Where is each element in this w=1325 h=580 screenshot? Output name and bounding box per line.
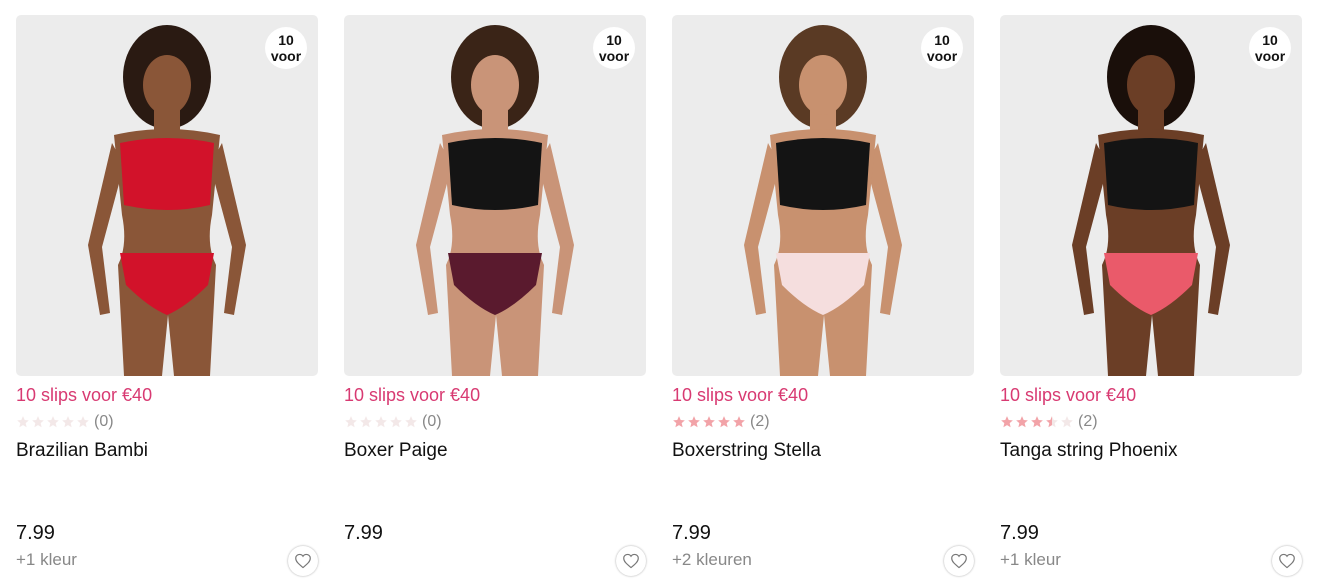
star-icon (718, 416, 730, 428)
promo-badge: 10 voor (265, 27, 307, 69)
product-name[interactable]: Brazilian Bambi (16, 440, 148, 462)
star-icon (733, 416, 745, 428)
promo-text[interactable]: 10 slips voor €40 (1000, 385, 1136, 406)
star-icon (345, 416, 357, 428)
product-price: 7.99 (16, 522, 55, 544)
promo-text[interactable]: 10 slips voor €40 (344, 385, 480, 406)
product-card[interactable]: 10 voor 10 slips voor €40 (0) Boxer Paig… (344, 15, 646, 580)
wishlist-button[interactable] (616, 546, 646, 576)
badge-number: 10 (1262, 32, 1278, 48)
product-price: 7.99 (344, 522, 383, 544)
star-icon (32, 416, 44, 428)
product-name[interactable]: Boxer Paige (344, 440, 448, 462)
color-variants-text[interactable]: +1 kleur (1000, 550, 1061, 570)
star-icon (1046, 416, 1058, 428)
product-price: 7.99 (1000, 522, 1039, 544)
product-name[interactable]: Tanga string Phoenix (1000, 440, 1177, 462)
rating: (2) (672, 413, 770, 431)
star-icon (360, 416, 372, 428)
heart-icon (295, 553, 311, 569)
model-photo (1072, 25, 1230, 376)
star-icon (17, 416, 29, 428)
rating-count: (2) (1078, 413, 1098, 430)
star-icon (47, 416, 59, 428)
star-icon (673, 416, 685, 428)
badge-label: voor (270, 48, 302, 64)
model-photo (744, 25, 902, 376)
star-icon (77, 416, 89, 428)
rating: (2) (1000, 413, 1098, 431)
product-price: 7.99 (672, 522, 711, 544)
model-photo (88, 25, 246, 376)
star-icon (405, 416, 417, 428)
star-icon (1001, 416, 1013, 428)
heart-icon (1279, 553, 1295, 569)
badge-number: 10 (606, 32, 622, 48)
promo-badge: 10 voor (593, 27, 635, 69)
rating-count: (0) (422, 413, 442, 430)
rating-count: (0) (94, 413, 114, 430)
star-icon (688, 416, 700, 428)
product-image[interactable]: 10 voor (16, 15, 318, 376)
badge-label: voor (926, 48, 958, 64)
badge-label: voor (1254, 48, 1286, 64)
badge-number: 10 (934, 32, 950, 48)
wishlist-button[interactable] (288, 546, 318, 576)
product-grid: 10 voor 10 slips voor €40 (0) Brazilian … (16, 15, 1302, 580)
product-image[interactable]: 10 voor (1000, 15, 1302, 376)
promo-text[interactable]: 10 slips voor €40 (16, 385, 152, 406)
product-card[interactable]: 10 voor 10 slips voor €40 (0) Brazilian … (16, 15, 318, 580)
star-icon (703, 416, 715, 428)
wishlist-button[interactable] (944, 546, 974, 576)
star-icon (1031, 416, 1043, 428)
wishlist-button[interactable] (1272, 546, 1302, 576)
heart-icon (623, 553, 639, 569)
product-card[interactable]: 10 voor 10 slips voor €40 (2) Boxerstrin… (672, 15, 974, 580)
rating-count: (2) (750, 413, 770, 430)
model-photo (416, 25, 574, 376)
rating-stars (16, 415, 90, 429)
star-icon (62, 416, 74, 428)
star-icon (390, 416, 402, 428)
promo-badge: 10 voor (921, 27, 963, 69)
rating: (0) (344, 413, 442, 431)
rating-stars (1000, 415, 1074, 429)
product-image[interactable]: 10 voor (672, 15, 974, 376)
rating-stars (672, 415, 746, 429)
badge-label: voor (598, 48, 630, 64)
rating-stars (344, 415, 418, 429)
color-variants-text[interactable]: +1 kleur (16, 550, 77, 570)
product-name[interactable]: Boxerstring Stella (672, 440, 821, 462)
product-image[interactable]: 10 voor (344, 15, 646, 376)
star-icon (1061, 416, 1073, 428)
color-variants-text[interactable]: +2 kleuren (672, 550, 752, 570)
promo-text[interactable]: 10 slips voor €40 (672, 385, 808, 406)
product-card[interactable]: 10 voor 10 slips voor €40 (2) Tanga stri… (1000, 15, 1302, 580)
star-icon (375, 416, 387, 428)
badge-number: 10 (278, 32, 294, 48)
rating: (0) (16, 413, 114, 431)
star-icon (1016, 416, 1028, 428)
promo-badge: 10 voor (1249, 27, 1291, 69)
heart-icon (951, 553, 967, 569)
